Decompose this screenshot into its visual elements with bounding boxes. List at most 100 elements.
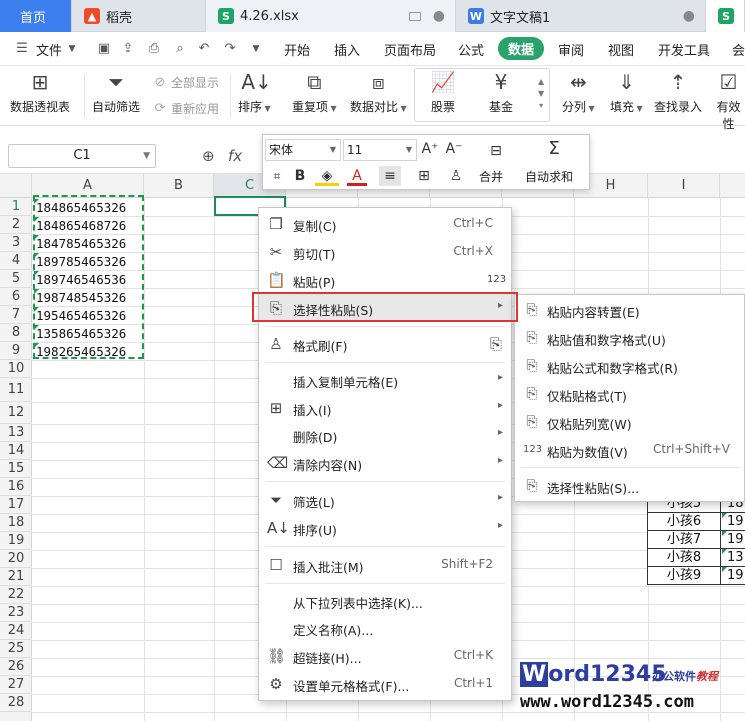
menu-filter[interactable]: ⏷ 筛选(L) ▸	[259, 486, 511, 514]
row-header-20[interactable]: 20	[0, 550, 32, 568]
submenu-transpose[interactable]: ⎘ 粘贴内容转置(E)	[515, 296, 745, 324]
menu-clear-contents[interactable]: ⌫ 清除内容(N) ▸	[259, 449, 511, 477]
menu-paste-special[interactable]: ⎘ 选择性粘贴(S) ▸	[259, 294, 511, 322]
column-header-b[interactable]: B	[144, 174, 214, 198]
table-name-cell[interactable]: 小孩8	[647, 548, 721, 567]
menu-define-name[interactable]: 定义名称(A)...	[259, 614, 511, 642]
row-header-12[interactable]: 12	[0, 402, 32, 424]
font-color-icon[interactable]: A	[347, 166, 367, 186]
row-header-5[interactable]: 5	[0, 270, 32, 288]
fill-button[interactable]: ⇓ 填充 ▼	[610, 70, 643, 115]
decrease-font-icon[interactable]: A⁻	[443, 139, 465, 159]
format-painter-icon[interactable]: ♙	[447, 166, 465, 186]
tab-active-partial[interactable]: S	[706, 0, 745, 32]
row-header-22[interactable]: 22	[0, 586, 32, 604]
zoom-icon[interactable]: ⊕	[202, 147, 215, 165]
row-header-4[interactable]: 4	[0, 252, 32, 270]
select-all-corner[interactable]	[0, 174, 32, 198]
row-header-9[interactable]: 9	[0, 342, 32, 360]
table-name-cell[interactable]: 小孩9	[647, 566, 721, 585]
row-header-26[interactable]: 26	[0, 658, 32, 676]
row-header-2[interactable]: 2	[0, 216, 32, 234]
menu-copy[interactable]: ❐ 复制(C) Ctrl+C	[259, 210, 511, 238]
row-header-15[interactable]: 15	[0, 460, 32, 478]
close-icon[interactable]: ●	[433, 8, 445, 24]
table-name-cell[interactable]: 小孩7	[647, 530, 721, 549]
align-icon[interactable]: ≡	[379, 166, 401, 186]
menu-sort[interactable]: A↓ 排序(U) ▸	[259, 514, 511, 542]
tab-writer[interactable]: W 文字文稿1 ●	[456, 0, 706, 32]
submenu-values-numfmt[interactable]: ⎘ 粘贴值和数字格式(U)	[515, 324, 745, 352]
submenu-formulas-numfmt[interactable]: ⎘ 粘贴公式和数字格式(R)	[515, 352, 745, 380]
bold-icon[interactable]: B	[291, 166, 309, 186]
row-header-21[interactable]: 21	[0, 568, 32, 586]
split-column-button[interactable]: ⇹ 分列 ▼	[562, 70, 595, 115]
chevron-down-icon[interactable]: ▼	[64, 41, 80, 57]
menu-developer[interactable]: 开发工具	[658, 40, 710, 59]
menu-member[interactable]: 会	[732, 40, 745, 59]
font-name-select[interactable]: 宋体 ▼	[265, 139, 341, 161]
row-header-13[interactable]: 13	[0, 424, 32, 442]
menu-hyperlink[interactable]: ⛓ 超链接(H)... Ctrl+K	[259, 642, 511, 670]
pivot-table-button[interactable]: ⊞ 数据透视表	[10, 70, 70, 115]
menu-page-layout[interactable]: 页面布局	[384, 40, 436, 59]
validity-button[interactable]: ☑ 有效性	[712, 70, 745, 132]
submenu-col-widths[interactable]: ⎘ 仅粘贴列宽(W)	[515, 408, 745, 436]
close-icon[interactable]: ●	[683, 8, 695, 24]
format-paste-icon[interactable]: ⎘	[487, 335, 505, 353]
row-header-17[interactable]: 17	[0, 496, 32, 514]
submenu-paste-special[interactable]: ⎘ 选择性粘贴(S)...	[515, 472, 745, 500]
merge-label[interactable]: 合并	[479, 168, 503, 185]
row-header-3[interactable]: 3	[0, 234, 32, 252]
export-icon[interactable]: ⇪	[120, 41, 136, 57]
sort-button[interactable]: A↓ 排序 ▼	[238, 70, 272, 115]
menu-insert-copied-cells[interactable]: 插入复制单元格(E) ▸	[259, 366, 511, 394]
autosum-label[interactable]: 自动求和	[525, 168, 573, 185]
merge-cells-icon[interactable]: ⊟	[483, 141, 509, 161]
menu-view[interactable]: 视图	[608, 40, 634, 59]
row-header-8[interactable]: 8	[0, 324, 32, 342]
row-header-11[interactable]: 11	[0, 378, 32, 402]
row-header-7[interactable]: 7	[0, 306, 32, 324]
row-header-28[interactable]: 28	[0, 694, 32, 712]
name-box[interactable]: C1 ▼	[8, 144, 156, 168]
menu-format-cells[interactable]: ⚙ 设置单元格格式(F)... Ctrl+1	[259, 670, 511, 698]
menu-formula[interactable]: 公式	[458, 40, 484, 59]
menu-insert-comment[interactable]: ☐ 插入批注(M) Shift+F2	[259, 551, 511, 579]
print-preview-icon[interactable]: ⌕	[172, 41, 188, 57]
chevron-down-icon[interactable]: ▼	[143, 145, 150, 167]
fund-button[interactable]: ¥ 基金	[488, 70, 514, 115]
print-icon[interactable]: ⎙	[146, 41, 162, 57]
row-header-19[interactable]: 19	[0, 532, 32, 550]
menu-review[interactable]: 审阅	[558, 40, 584, 59]
submenu-formats-only[interactable]: ⎘ 仅粘贴格式(T)	[515, 380, 745, 408]
row-header-18[interactable]: 18	[0, 514, 32, 532]
duplicates-button[interactable]: ⧉ 重复项 ▼	[292, 70, 337, 115]
tab-xlsx[interactable]: S 4.26.xlsx ●	[206, 0, 456, 32]
compare-button[interactable]: ⧈ 数据对比 ▼	[350, 70, 407, 115]
menu-file[interactable]: 文件	[36, 40, 62, 59]
increase-font-icon[interactable]: A⁺	[419, 139, 441, 159]
undo-icon[interactable]: ↶	[196, 41, 212, 57]
save-icon[interactable]: ▣	[96, 41, 112, 57]
row-header-14[interactable]: 14	[0, 442, 32, 460]
font-size-select[interactable]: 11 ▼	[343, 139, 417, 161]
stock-button[interactable]: 📈 股票	[430, 70, 456, 115]
reapply-button[interactable]: ⟳ 重新应用	[152, 100, 219, 117]
tab-home[interactable]: 首页	[0, 0, 72, 32]
menu-cut[interactable]: ✂ 剪切(T) Ctrl+X	[259, 238, 511, 266]
row-header-25[interactable]: 25	[0, 640, 32, 658]
fx-icon[interactable]: fx	[228, 147, 242, 165]
sigma-icon[interactable]: Σ	[541, 139, 567, 159]
hamburger-icon[interactable]: ☰	[14, 41, 30, 57]
gallery-scroll[interactable]: ▲ ▼ ▾	[538, 76, 544, 112]
redo-icon[interactable]: ↷	[222, 41, 238, 57]
fill-color-icon[interactable]: ◈	[315, 166, 339, 186]
menu-start[interactable]: 开始	[284, 40, 310, 59]
customize-icon[interactable]: ▼	[248, 41, 264, 57]
screen-icon[interactable]	[409, 11, 421, 21]
row-header-6[interactable]: 6	[0, 288, 32, 306]
menu-insert[interactable]: ⊞ 插入(I) ▸	[259, 394, 511, 422]
menu-data[interactable]: 数据	[498, 37, 545, 60]
menu-pick-from-list[interactable]: 从下拉列表中选择(K)...	[259, 587, 511, 615]
